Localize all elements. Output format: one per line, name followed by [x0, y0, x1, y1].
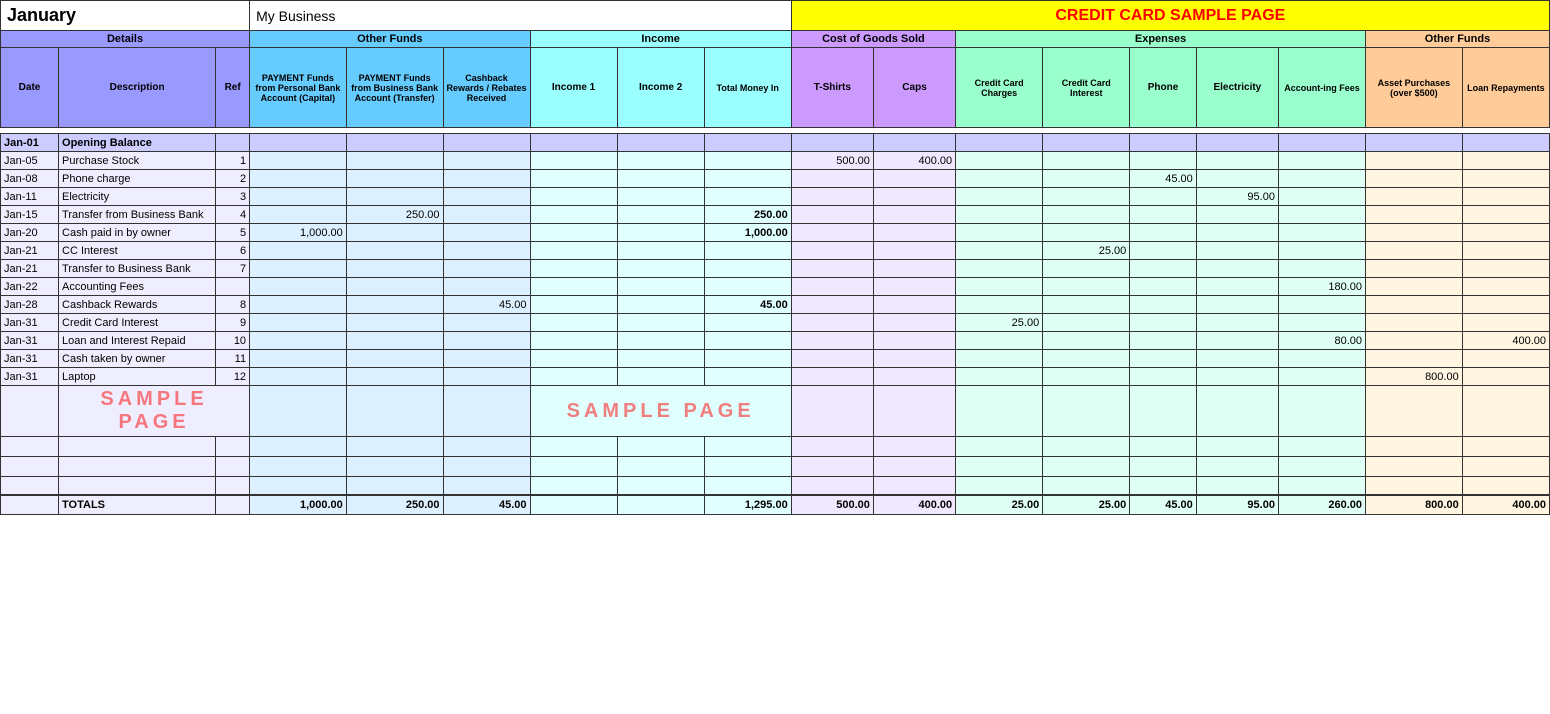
col-loan: Loan Repayments: [1462, 48, 1549, 128]
table-row: Jan-15Transfer from Business Bank4250.00…: [1, 206, 1550, 224]
sample-row: [1, 457, 1550, 477]
section-expenses: Expenses: [956, 31, 1366, 48]
table-row: Jan-01Opening Balance: [1, 134, 1550, 152]
col-cc-interest: Credit Card Interest: [1043, 48, 1130, 128]
col-cashback: Cashback Rewards / Rebates Received: [443, 48, 530, 128]
section-other-funds: Other Funds: [250, 31, 530, 48]
table-row: Jan-31Credit Card Interest925.00: [1, 314, 1550, 332]
section-cogs: Cost of Goods Sold: [791, 31, 955, 48]
section-details: Details: [1, 31, 250, 48]
col-pay-business: PAYMENT Funds from Business Bank Account…: [346, 48, 443, 128]
table-row: Jan-28Cashback Rewards845.0045.00: [1, 296, 1550, 314]
credit-title: CREDIT CARD SAMPLE PAGE: [791, 1, 1549, 31]
table-row: Jan-21CC Interest625.00: [1, 242, 1550, 260]
col-description: Description: [59, 48, 216, 128]
col-total-money: Total Money In: [704, 48, 791, 128]
section-income: Income: [530, 31, 791, 48]
col-electricity: Electricity: [1196, 48, 1278, 128]
business-title: My Business: [250, 1, 792, 31]
table-row: Jan-31Loan and Interest Repaid1080.00400…: [1, 332, 1550, 350]
col-income1: Income 1: [530, 48, 617, 128]
totals-row: TOTALS1,000.00250.0045.001,295.00500.004…: [1, 495, 1550, 515]
table-row: Jan-21Transfer to Business Bank7: [1, 260, 1550, 278]
col-ref: Ref: [216, 48, 250, 128]
section-header-row: Details Other Funds Income Cost of Goods…: [1, 31, 1550, 48]
col-pay-personal: PAYMENT Funds from Personal Bank Account…: [250, 48, 347, 128]
col-accounting: Account-ing Fees: [1278, 48, 1365, 128]
col-cc-charges: Credit Card Charges: [956, 48, 1043, 128]
table-row: Jan-31Cash taken by owner11: [1, 350, 1550, 368]
table-row: Jan-05Purchase Stock1500.00400.00: [1, 152, 1550, 170]
col-date: Date: [1, 48, 59, 128]
month-title: January: [1, 1, 250, 31]
title-row: January My Business CREDIT CARD SAMPLE P…: [1, 1, 1550, 31]
col-header-row: Date Description Ref PAYMENT Funds from …: [1, 48, 1550, 128]
table-row: Jan-31Laptop12800.00: [1, 368, 1550, 386]
sample-row: SAMPLE PAGESAMPLE PAGE: [1, 386, 1550, 437]
table-row: Jan-22Accounting Fees180.00: [1, 278, 1550, 296]
section-other-funds2: Other Funds: [1366, 31, 1550, 48]
table-row: Jan-08Phone charge245.00: [1, 170, 1550, 188]
col-phone: Phone: [1130, 48, 1197, 128]
col-tshirts: T-Shirts: [791, 48, 873, 128]
table-row: Jan-20Cash paid in by owner51,000.001,00…: [1, 224, 1550, 242]
table-row: Jan-11Electricity395.00: [1, 188, 1550, 206]
col-caps: Caps: [873, 48, 955, 128]
blank-row: [1, 477, 1550, 495]
sample-row: [1, 437, 1550, 457]
col-income2: Income 2: [617, 48, 704, 128]
col-asset: Asset Purchases (over $500): [1366, 48, 1463, 128]
